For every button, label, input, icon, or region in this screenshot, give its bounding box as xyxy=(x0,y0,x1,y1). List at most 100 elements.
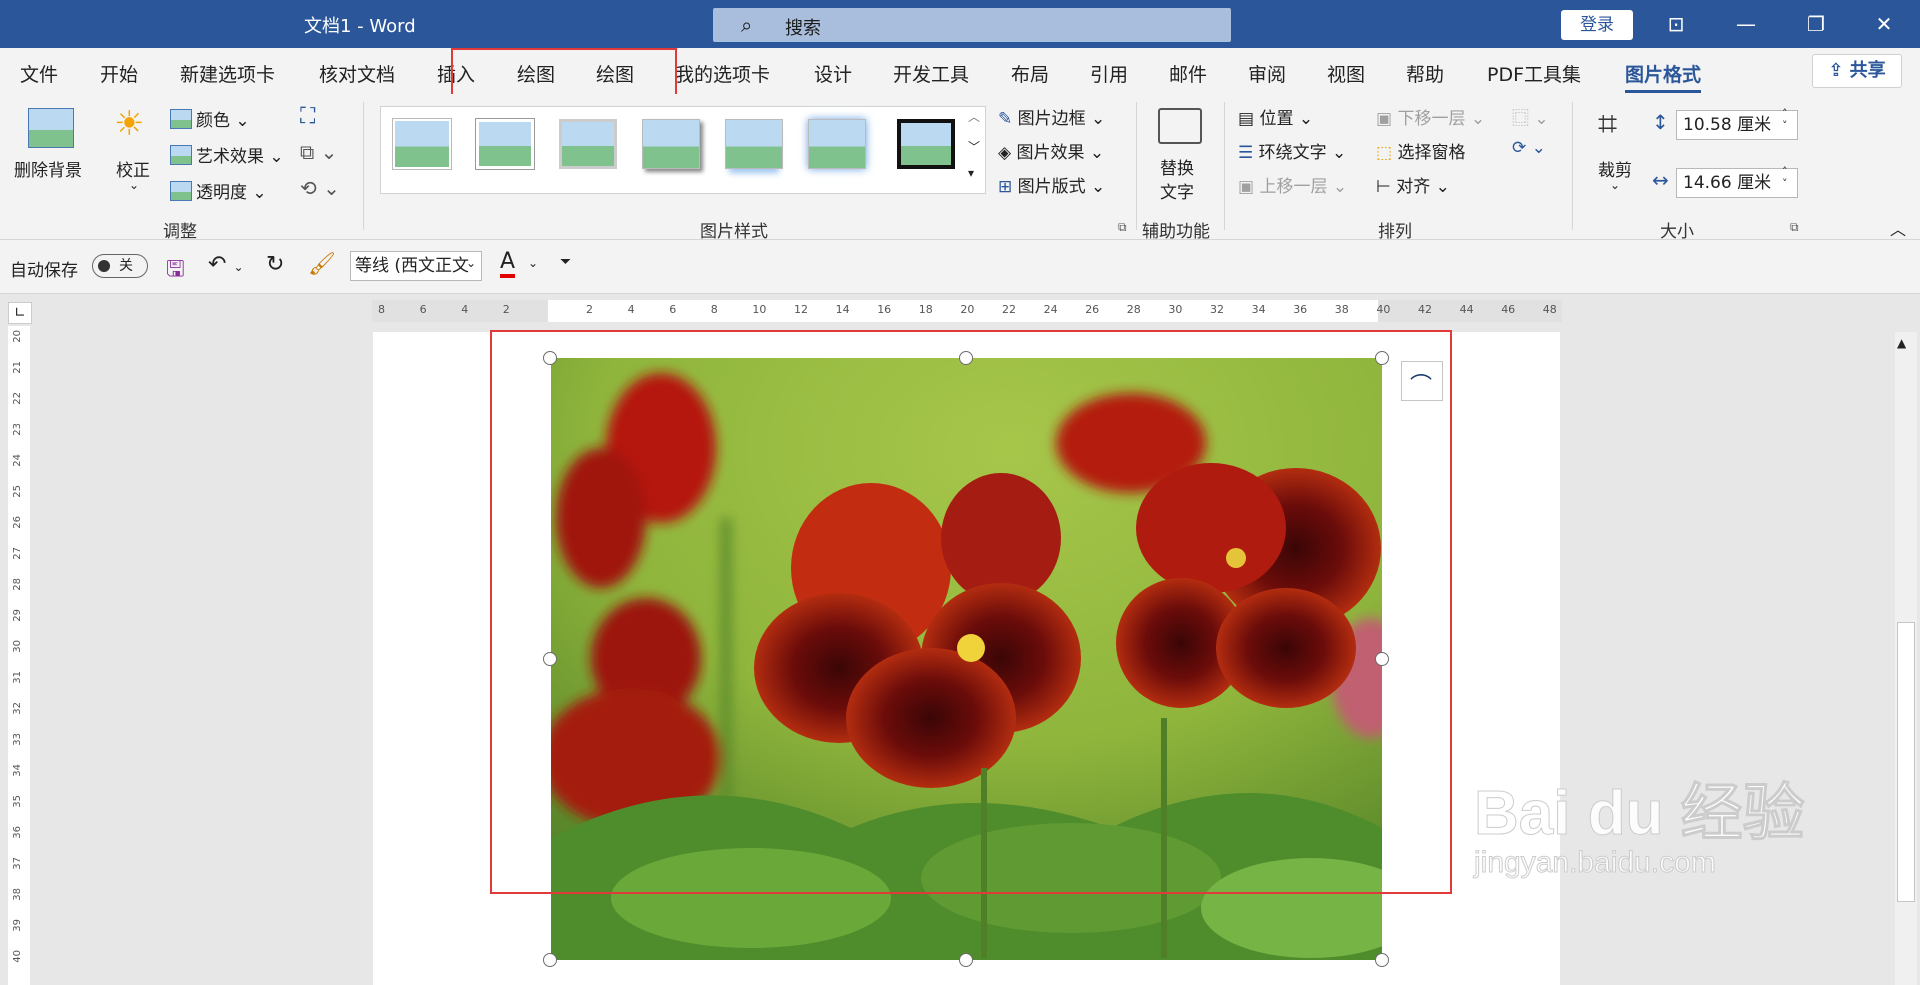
position-button[interactable]: ▤ 位置 ⌄ xyxy=(1238,104,1313,129)
ruler-tick-label: 4 xyxy=(627,303,635,316)
ruler-tick-label: 32 xyxy=(1210,303,1224,316)
minimize-icon[interactable]: — xyxy=(1726,8,1766,40)
tab-layout[interactable]: 布局 xyxy=(1011,60,1049,87)
tab-developer[interactable]: 开发工具 xyxy=(893,60,969,87)
alt-text-button-line1[interactable]: 替换 xyxy=(1160,154,1194,179)
align-button[interactable]: ⊢ 对齐 ⌄ xyxy=(1376,172,1450,197)
resize-handle[interactable] xyxy=(543,351,557,365)
font-color-icon[interactable]: A xyxy=(500,250,516,278)
group-label-accessibility: 辅助功能 xyxy=(1142,222,1210,242)
resize-handle[interactable] xyxy=(1375,953,1389,967)
ruler-tick-label: 8 xyxy=(710,303,718,316)
vertical-scrollbar[interactable]: ▲ xyxy=(1895,332,1917,985)
tab-help[interactable]: 帮助 xyxy=(1406,60,1444,87)
transparency-button[interactable]: 透明度 ⌄ xyxy=(170,178,267,203)
ruler-tick-label: 48 xyxy=(1542,303,1557,316)
tab-picture-format[interactable]: 图片格式 xyxy=(1625,60,1702,93)
login-button[interactable]: 登录 xyxy=(1561,10,1633,40)
wrap-text-button[interactable]: ☰ 环绕文字 ⌄ xyxy=(1238,138,1346,163)
tab-design[interactable]: 设计 xyxy=(814,60,852,87)
alt-text-button-line2[interactable]: 文字 xyxy=(1160,178,1194,203)
bring-forward-button[interactable]: ▣ 上移一层 ⌄ xyxy=(1238,172,1347,197)
rotate-icon[interactable]: ⟳ ⌄ xyxy=(1512,138,1546,158)
save-icon[interactable]: 🖫 xyxy=(166,252,185,290)
selection-pane-button[interactable]: ⬚ 选择窗格 xyxy=(1376,138,1465,163)
ruler-tick-label: 6 xyxy=(669,303,677,316)
width-spin-icon[interactable]: ˄ ˅ xyxy=(1782,166,1788,190)
style-thumbnail[interactable] xyxy=(725,119,783,169)
dialog-launcher-icon[interactable]: ⧉ xyxy=(1118,220,1127,235)
remove-background-button[interactable]: 删除背景 xyxy=(14,156,82,181)
group-icon[interactable]: ⿴ ⌄ xyxy=(1512,104,1549,129)
picture-styles-gallery xyxy=(380,106,986,194)
search-box[interactable]: ⌕ 搜索 xyxy=(713,8,1231,42)
tab-references[interactable]: 引用 xyxy=(1090,60,1128,87)
resize-handle[interactable] xyxy=(1375,652,1389,666)
redo-icon[interactable]: ↻ xyxy=(266,252,284,277)
layout-options-button[interactable]: ⌒ xyxy=(1401,361,1443,401)
style-thumbnail[interactable] xyxy=(808,119,866,169)
compress-pictures-icon[interactable]: ⛶ xyxy=(300,104,315,129)
autosave-toggle[interactable]: 关 xyxy=(92,254,148,278)
style-thumbnail[interactable] xyxy=(642,119,700,169)
tab-stop-icon[interactable]: ∟ xyxy=(8,302,32,324)
scroll-thumb[interactable] xyxy=(1897,622,1915,902)
gallery-scroll-up-icon[interactable]: ︿ xyxy=(968,108,980,125)
ruler-tick-label: 39 xyxy=(12,919,23,932)
tab-new[interactable]: 新建选项卡 xyxy=(180,60,275,87)
chevron-down-icon[interactable]: ⌄ xyxy=(466,256,476,270)
collapse-ribbon-icon[interactable]: ︿ xyxy=(1890,216,1906,240)
tab-home[interactable]: 开始 xyxy=(100,60,138,87)
align-label: 对齐 xyxy=(1396,177,1431,197)
tab-check-doc[interactable]: 核对文档 xyxy=(319,60,395,87)
font-select[interactable]: 等线 (西文正文 xyxy=(350,251,482,281)
scroll-up-icon[interactable]: ▲ xyxy=(1897,336,1906,350)
align-icon: ⊢ xyxy=(1376,177,1397,197)
format-painter-icon[interactable]: 🖌 xyxy=(308,252,336,277)
width-spinner[interactable]: 14.66 厘米 xyxy=(1676,168,1798,198)
tab-pdf-tools[interactable]: PDF工具集 xyxy=(1487,60,1581,87)
tab-my-tab[interactable]: 我的选项卡 xyxy=(675,60,770,87)
search-placeholder: 搜索 xyxy=(785,18,821,39)
picture-border-button[interactable]: ✎ 图片边框 ⌄ xyxy=(998,104,1105,129)
tab-file[interactable]: 文件 xyxy=(20,60,58,87)
undo-icon[interactable]: ↶ ⌄ xyxy=(208,252,244,277)
customize-qat-icon[interactable]: ⏷ xyxy=(560,254,571,270)
picture-border-label: 图片边框 xyxy=(1017,109,1086,129)
ruler-tick-label: 14 xyxy=(835,303,850,316)
search-icon: ⌕ xyxy=(741,13,753,37)
picture-layout-button[interactable]: ⊞ 图片版式 ⌄ xyxy=(998,172,1105,197)
height-spin-icon[interactable]: ˄ ˅ xyxy=(1782,108,1788,132)
resize-handle[interactable] xyxy=(1375,351,1389,365)
tab-mailings[interactable]: 邮件 xyxy=(1169,60,1207,87)
artistic-effects-button[interactable]: 艺术效果 ⌄ xyxy=(170,142,284,167)
gallery-scroll-down-icon[interactable]: ﹀ xyxy=(968,138,980,155)
gallery-more-icon[interactable]: ▾ xyxy=(968,166,974,180)
tab-view[interactable]: 视图 xyxy=(1327,60,1365,87)
style-thumbnail[interactable] xyxy=(895,117,957,171)
ribbon-separator xyxy=(363,102,364,230)
resize-handle[interactable] xyxy=(543,652,557,666)
close-icon[interactable]: ✕ xyxy=(1864,8,1904,40)
color-button[interactable]: 颜色 ⌄ xyxy=(170,106,250,131)
tab-review[interactable]: 审阅 xyxy=(1248,60,1286,87)
style-thumbnail[interactable] xyxy=(475,118,535,170)
share-button[interactable]: ⇪ 共享 xyxy=(1812,54,1902,88)
height-spinner[interactable]: 10.58 厘米 xyxy=(1676,110,1798,140)
resize-handle[interactable] xyxy=(959,351,973,365)
restore-icon[interactable]: ❐ xyxy=(1796,8,1836,40)
ribbon-display-icon[interactable]: ⊡ xyxy=(1656,8,1696,40)
ruler-tick-label: 44 xyxy=(1459,303,1474,316)
style-thumbnail[interactable] xyxy=(392,118,452,170)
ruler-tick-label: 25 xyxy=(12,485,23,498)
send-backward-button[interactable]: ▣ 下移一层 ⌄ xyxy=(1376,104,1485,129)
picture-effects-button[interactable]: ◈ 图片效果 ⌄ xyxy=(998,138,1104,163)
style-thumbnail[interactable] xyxy=(559,119,617,169)
ruler-tick-label: 12 xyxy=(794,303,808,316)
change-picture-icon[interactable]: ⧉ ⌄ xyxy=(300,140,337,164)
reset-picture-icon[interactable]: ⟲ ⌄ xyxy=(300,176,340,200)
dialog-launcher-icon[interactable]: ⧉ xyxy=(1790,220,1799,235)
resize-handle[interactable] xyxy=(543,953,557,967)
resize-handle[interactable] xyxy=(959,953,973,967)
chevron-down-icon[interactable]: ⌄ xyxy=(528,256,538,270)
